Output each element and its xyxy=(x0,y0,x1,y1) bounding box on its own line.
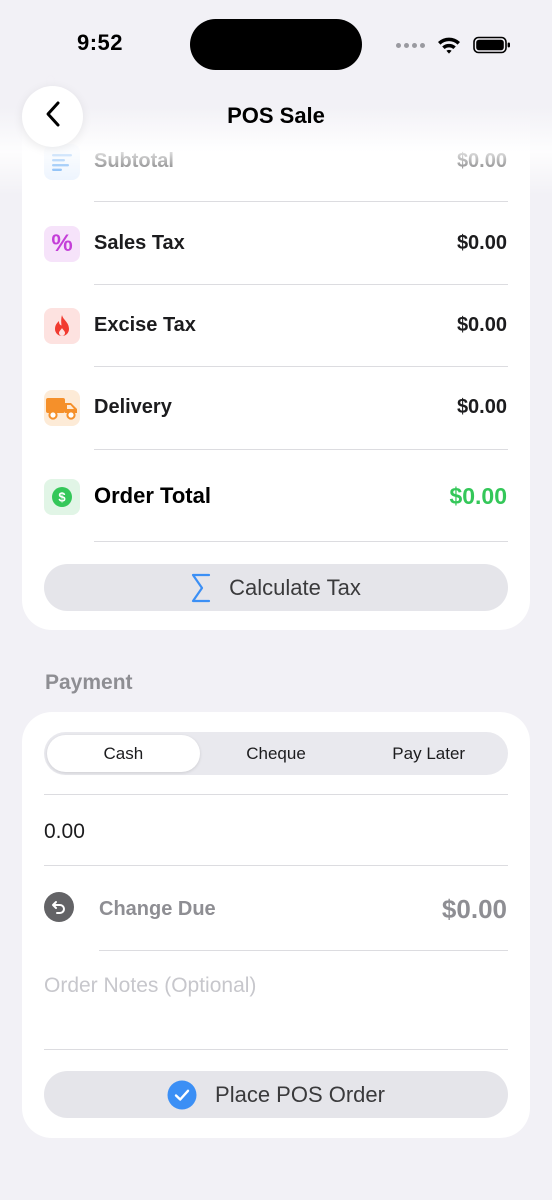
battery-icon xyxy=(473,36,511,54)
scrolled-section-title: Tax & Delivery xyxy=(45,8,189,31)
divider xyxy=(99,950,508,951)
excise-tax-label: Excise Tax xyxy=(94,314,196,336)
change-due-label: Change Due xyxy=(99,898,216,920)
calculate-tax-button[interactable]: Calculate Tax xyxy=(44,564,508,611)
svg-text:$: $ xyxy=(58,490,66,505)
dollar-circle-icon: $ xyxy=(44,479,80,515)
change-due-value: $0.00 xyxy=(441,894,507,924)
sales-tax-label: Sales Tax xyxy=(94,232,185,254)
sales-tax-value: $0.00 xyxy=(456,232,507,254)
cellular-icon xyxy=(396,42,425,48)
sigma-icon xyxy=(191,573,211,603)
divider xyxy=(44,865,508,866)
calculate-tax-label: Calculate Tax xyxy=(229,574,361,600)
text-align-left-icon xyxy=(44,144,80,180)
return-arrow-icon xyxy=(44,892,74,922)
divider xyxy=(94,201,508,202)
subtotal-label: Subtotal xyxy=(94,150,174,172)
status-time: 9:52 xyxy=(77,30,124,55)
order-total-value: $0.00 xyxy=(449,483,507,509)
payment-method-cash[interactable]: Cash xyxy=(47,735,200,772)
divider xyxy=(44,794,508,795)
payment-method-picker: Cash Cheque Pay Later xyxy=(44,732,508,775)
payment-method-cheque[interactable]: Cheque xyxy=(200,735,353,772)
order-total-label: Order Total xyxy=(94,483,211,508)
percent-icon: % xyxy=(44,226,80,262)
order-notes-field[interactable] xyxy=(44,968,508,1004)
order-summary-card: Subtotal $0.00 % Sales Tax $0.00 Excise … xyxy=(22,110,530,630)
place-pos-order-button[interactable]: Place POS Order xyxy=(44,1071,508,1118)
amount-tendered-field[interactable] xyxy=(44,812,508,852)
payment-method-pay-later[interactable]: Pay Later xyxy=(352,735,505,772)
wifi-icon xyxy=(437,36,461,54)
place-pos-order-label: Place POS Order xyxy=(215,1081,385,1107)
payment-section-title: Payment xyxy=(45,671,133,694)
divider xyxy=(94,541,508,542)
payment-card: Cash Cheque Pay Later Change Due $0.00 P… xyxy=(22,712,530,1138)
pos-sale-screen: Tax & Delivery 0 Subtotal $0.00 % Sales … xyxy=(0,0,552,1200)
flame-icon xyxy=(44,308,80,344)
truck-icon xyxy=(44,390,80,426)
divider xyxy=(94,449,508,450)
divider xyxy=(94,284,508,285)
dynamic-island xyxy=(190,19,362,70)
excise-tax-value: $0.00 xyxy=(456,314,507,336)
delivery-label: Delivery xyxy=(94,396,172,418)
checkmark-circle-icon xyxy=(167,1080,197,1110)
subtotal-value: $0.00 xyxy=(456,150,507,172)
delivery-value: $0.00 xyxy=(456,396,507,418)
page-title: POS Sale xyxy=(227,103,325,128)
divider xyxy=(44,1049,508,1050)
divider xyxy=(94,366,508,367)
status-icons xyxy=(396,35,511,55)
